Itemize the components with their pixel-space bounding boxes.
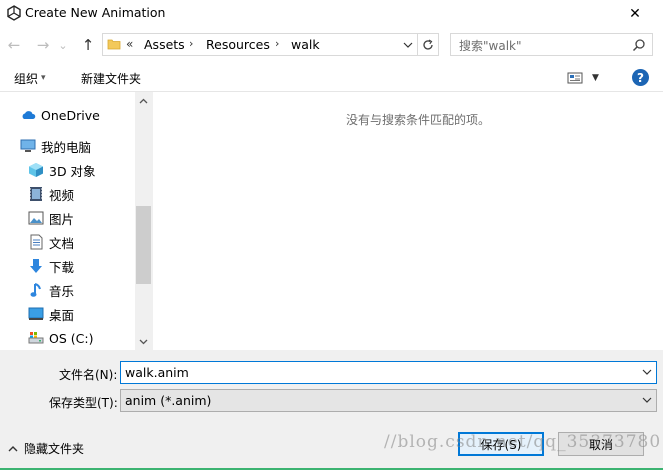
address-history-dropdown[interactable] bbox=[399, 34, 417, 55]
chevron-down-icon bbox=[642, 369, 652, 375]
unity-logo-icon bbox=[7, 5, 21, 21]
sidebar-item-label: 图片 bbox=[49, 211, 75, 227]
empty-results-message: 没有与搜索条件匹配的项。 bbox=[345, 113, 490, 127]
document-icon bbox=[28, 234, 44, 250]
breadcrumb-separator[interactable]: › bbox=[189, 37, 193, 50]
filetype-dropdown[interactable] bbox=[640, 393, 654, 407]
sidebar-item-label: OS (C:) bbox=[49, 330, 94, 346]
music-icon bbox=[28, 282, 44, 298]
sidebar-item-label: 桌面 bbox=[49, 307, 75, 323]
up-arrow-icon: ↑ bbox=[81, 36, 95, 54]
navigation-bar: ← → ⌄ ↑ « Assets › Resources › walk 搜索"w… bbox=[0, 30, 663, 60]
refresh-icon bbox=[423, 38, 433, 50]
organize-caret-icon: ▾ bbox=[41, 73, 46, 83]
sidebar-item-label: 下载 bbox=[49, 259, 75, 275]
organize-menu[interactable]: 组织 bbox=[14, 70, 38, 87]
sidebar-item-music[interactable]: 音乐 bbox=[0, 278, 135, 302]
forward-arrow-icon: → bbox=[36, 36, 50, 54]
chevron-down-icon bbox=[139, 339, 148, 344]
address-bar[interactable]: « Assets › Resources › walk bbox=[102, 33, 439, 56]
chevron-up-icon bbox=[8, 446, 18, 452]
sidebar-item-label: 音乐 bbox=[49, 283, 75, 299]
breadcrumb-overflow[interactable]: « bbox=[126, 37, 133, 51]
filetype-select[interactable]: anim (*.anim) bbox=[120, 389, 657, 412]
sidebar-item-label: 3D 对象 bbox=[49, 163, 96, 179]
save-button[interactable]: 保存(S) bbox=[458, 432, 544, 456]
sidebar-item-label: 视频 bbox=[49, 187, 75, 203]
search-icon bbox=[632, 38, 646, 52]
cancel-button[interactable]: 取消 bbox=[558, 432, 644, 456]
recent-locations-button[interactable]: ⌄ bbox=[56, 34, 70, 56]
download-icon bbox=[28, 258, 44, 274]
close-icon: ✕ bbox=[629, 6, 641, 22]
back-button[interactable]: ← bbox=[4, 34, 24, 56]
filename-value: walk.anim bbox=[125, 365, 189, 380]
close-button[interactable]: ✕ bbox=[615, 0, 655, 28]
view-layout-icon bbox=[567, 72, 583, 84]
up-button[interactable]: ↑ bbox=[78, 34, 98, 56]
breadcrumb-assets[interactable]: Assets bbox=[144, 37, 185, 52]
chevron-down-icon: ⌄ bbox=[58, 38, 68, 52]
sidebar-item-my-computer[interactable]: 我的电脑 bbox=[0, 134, 135, 158]
sidebar-item-videos[interactable]: 视频 bbox=[0, 182, 135, 206]
forward-button[interactable]: → bbox=[33, 34, 53, 56]
sidebar-item-pictures[interactable]: 图片 bbox=[0, 206, 135, 230]
sidebar-item-label: 我的电脑 bbox=[41, 139, 92, 155]
sidebar-item-onedrive[interactable]: OneDrive bbox=[0, 103, 135, 127]
filetype-value: anim (*.anim) bbox=[125, 393, 212, 408]
window-title: Create New Animation bbox=[25, 5, 166, 20]
view-caret-icon: ▼ bbox=[592, 73, 599, 83]
picture-icon bbox=[28, 210, 44, 226]
change-view-button[interactable]: ▼ bbox=[567, 69, 607, 87]
file-list[interactable]: 没有与搜索条件匹配的项。 bbox=[153, 92, 663, 350]
sidebar-item-downloads[interactable]: 下载 bbox=[0, 254, 135, 278]
computer-icon bbox=[20, 138, 36, 154]
breadcrumb-resources[interactable]: Resources bbox=[206, 37, 270, 52]
search-placeholder: 搜索"walk" bbox=[459, 39, 522, 53]
title-bar: Create New Animation ✕ bbox=[0, 0, 663, 28]
sidebar-item-label: OneDrive bbox=[41, 107, 100, 123]
scroll-down-button[interactable] bbox=[135, 333, 152, 350]
sidebar-item-documents[interactable]: 文档 bbox=[0, 230, 135, 254]
filename-label: 文件名(N): bbox=[59, 368, 118, 382]
sidebar-item-desktop[interactable]: 桌面 bbox=[0, 302, 135, 326]
hide-folders-toggle[interactable]: 隐藏文件夹 bbox=[8, 440, 84, 457]
breadcrumb-walk[interactable]: walk bbox=[291, 37, 320, 52]
sidebar-item-label: 文档 bbox=[49, 235, 75, 251]
navigation-pane: OneDrive 我的电脑 3D 对象 视频 图片 文档 下载 音乐 桌面 OS… bbox=[0, 92, 153, 350]
navigation-pane-scrollbar[interactable] bbox=[135, 92, 152, 350]
scroll-thumb[interactable] bbox=[136, 206, 151, 284]
video-icon bbox=[28, 186, 44, 202]
breadcrumb-separator[interactable]: › bbox=[275, 37, 279, 50]
search-input[interactable]: 搜索"walk" bbox=[450, 33, 653, 56]
chevron-down-icon bbox=[403, 42, 413, 48]
drive-icon bbox=[28, 330, 44, 346]
command-toolbar: 组织 ▾ 新建文件夹 ▼ ? bbox=[0, 64, 663, 92]
filename-dropdown[interactable] bbox=[640, 365, 654, 379]
back-arrow-icon: ← bbox=[7, 36, 21, 54]
new-folder-button[interactable]: 新建文件夹 bbox=[81, 70, 141, 87]
scroll-up-button[interactable] bbox=[135, 92, 152, 109]
cube-icon bbox=[28, 162, 44, 178]
filetype-label: 保存类型(T): bbox=[49, 396, 118, 410]
sidebar-item-3d-objects[interactable]: 3D 对象 bbox=[0, 158, 135, 182]
hide-folders-label: 隐藏文件夹 bbox=[24, 442, 85, 456]
folder-icon bbox=[107, 37, 121, 51]
refresh-button[interactable] bbox=[417, 34, 438, 55]
filename-field[interactable]: walk.anim bbox=[120, 361, 657, 384]
help-button[interactable]: ? bbox=[632, 69, 649, 86]
cloud-icon bbox=[20, 107, 36, 123]
desktop-icon bbox=[28, 306, 44, 322]
chevron-up-icon bbox=[139, 98, 148, 103]
chevron-down-icon bbox=[642, 397, 652, 403]
sidebar-item-os-drive[interactable]: OS (C:) bbox=[0, 326, 135, 350]
